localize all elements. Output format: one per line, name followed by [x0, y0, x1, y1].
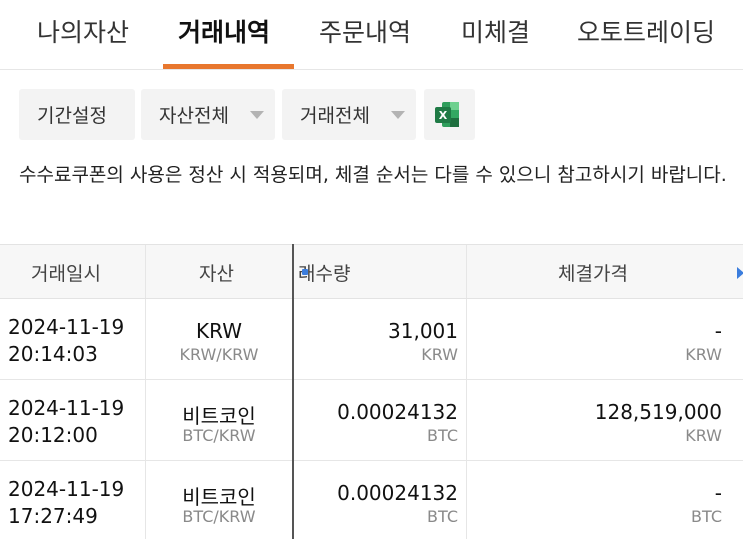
frozen-column-divider: [292, 244, 294, 539]
excel-icon: X: [435, 102, 459, 127]
table-header-row: 거래일시 자산 래수량 체결가격: [0, 244, 743, 299]
active-tab-indicator: [163, 64, 294, 69]
asset-name: 비트코인: [182, 404, 256, 428]
scroll-position-marker: [302, 269, 308, 275]
tab-bar: 나의자산 거래내역 주문내역 미체결 오토트레이딩: [0, 0, 743, 70]
quantity-unit: BTC: [427, 507, 458, 526]
trade-time: 20:14:03: [8, 342, 98, 366]
trade-date: 2024-11-19: [8, 477, 125, 501]
trade-filter-dropdown[interactable]: 거래전체: [282, 89, 416, 140]
trade-date: 2024-11-19: [8, 396, 125, 420]
tab-my-assets[interactable]: 나의자산: [37, 13, 129, 49]
quantity-value: 0.00024132: [337, 400, 458, 424]
price-unit: KRW: [685, 345, 722, 364]
price-value: -: [714, 319, 722, 343]
asset-filter-label: 자산전체: [159, 105, 229, 127]
trade-time: 20:12:00: [8, 423, 98, 447]
table-row[interactable]: 2024-11-19 20:12:00 비트코인 BTC/KRW 0.00024…: [0, 380, 743, 461]
fee-coupon-notice: 수수료쿠폰의 사용은 정산 시 적용되며, 체결 순서는 다를 수 있으니 참고…: [19, 164, 727, 186]
quantity-value: 31,001: [388, 319, 458, 343]
column-divider: [466, 461, 467, 539]
tab-unfilled[interactable]: 미체결: [461, 13, 530, 49]
column-divider: [145, 245, 146, 298]
header-trade-date: 거래일시: [31, 263, 101, 285]
trade-filter-label: 거래전체: [300, 105, 370, 127]
table-row[interactable]: 2024-11-19 20:14:03 KRW KRW/KRW 31,001 K…: [0, 299, 743, 380]
chevron-down-icon: [391, 111, 405, 119]
tab-auto-trading[interactable]: 오토트레이딩: [577, 13, 715, 49]
scroll-right-icon[interactable]: [737, 267, 743, 279]
trade-date: 2024-11-19: [8, 315, 125, 339]
period-filter-button[interactable]: 기간설정: [19, 89, 135, 140]
asset-pair: BTC/KRW: [182, 507, 256, 526]
column-divider: [466, 380, 467, 460]
tab-order-history[interactable]: 주문내역: [319, 13, 411, 49]
price-value: 128,519,000: [594, 400, 722, 424]
asset-name: KRW: [196, 319, 242, 343]
period-filter-label: 기간설정: [37, 105, 107, 127]
quantity-value: 0.00024132: [337, 481, 458, 505]
price-unit: KRW: [685, 426, 722, 445]
price-value: -: [714, 481, 722, 505]
asset-filter-dropdown[interactable]: 자산전체: [141, 89, 275, 140]
trade-history-table: 거래일시 자산 래수량 체결가격 2024-11-19 20:14:03 KRW…: [0, 244, 743, 539]
table-row[interactable]: 2024-11-19 17:27:49 비트코인 BTC/KRW 0.00024…: [0, 461, 743, 539]
trade-time: 17:27:49: [8, 504, 98, 528]
column-divider: [466, 245, 467, 298]
asset-pair: KRW/KRW: [179, 345, 259, 364]
asset-pair: BTC/KRW: [182, 426, 256, 445]
tab-trade-history[interactable]: 거래내역: [178, 13, 270, 49]
asset-name: 비트코인: [182, 485, 256, 509]
chevron-down-icon: [250, 111, 264, 119]
quantity-unit: BTC: [427, 426, 458, 445]
excel-icon-letter: X: [439, 109, 448, 122]
excel-export-button[interactable]: X: [424, 89, 475, 140]
header-asset: 자산: [199, 263, 234, 285]
column-divider: [466, 299, 467, 379]
header-execution-price: 체결가격: [558, 263, 628, 285]
quantity-unit: KRW: [421, 345, 458, 364]
price-unit: BTC: [691, 507, 722, 526]
